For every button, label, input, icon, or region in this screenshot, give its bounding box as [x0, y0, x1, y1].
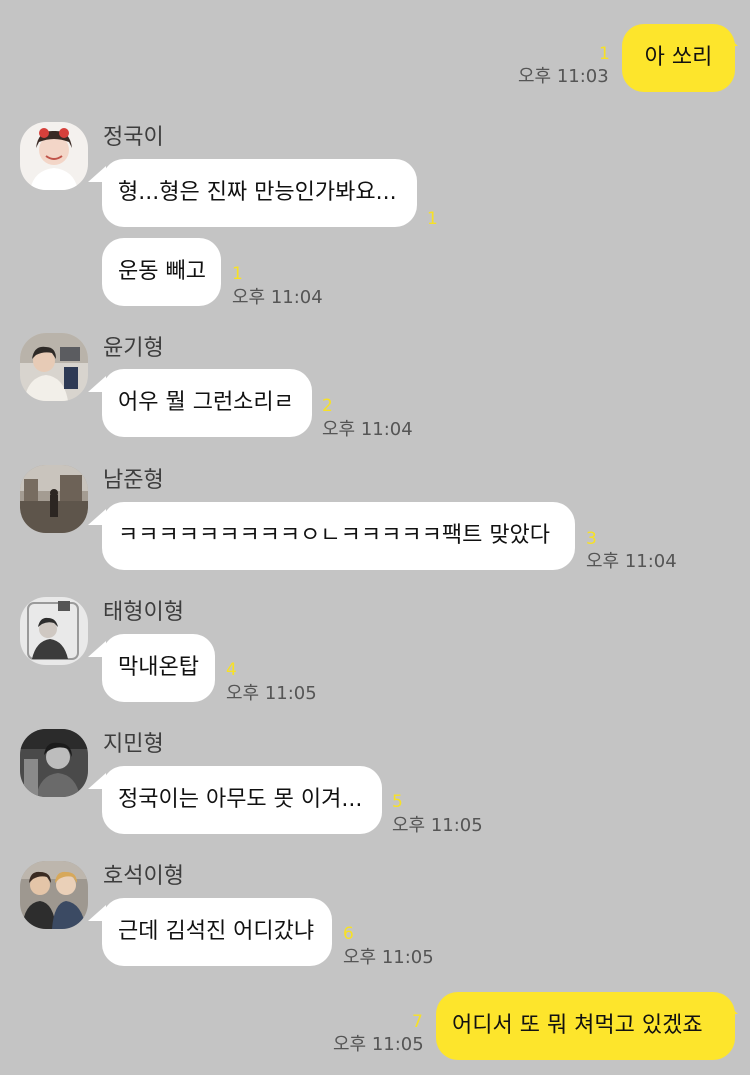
my-message-bubble[interactable]: 아 쏘리 — [622, 24, 735, 92]
unread-count: 6 — [343, 924, 354, 944]
message-time: 오후 11:05 — [392, 815, 483, 836]
unread-count: 7 — [412, 1012, 423, 1032]
sender-name: 윤기형 — [103, 336, 164, 361]
message-time: 오후 11:05 — [333, 1034, 424, 1055]
unread-count: 1 — [427, 209, 438, 229]
message-bubble[interactable]: 운동 빼고 — [102, 238, 221, 306]
message-bubble[interactable]: 막내온탑 — [102, 634, 215, 702]
unread-count: 5 — [392, 792, 403, 812]
sender-name: 호석이형 — [103, 864, 184, 889]
my-message-bubble[interactable]: 어디서 또 뭐 쳐먹고 있겠죠 — [436, 992, 735, 1060]
message-bubble[interactable]: 어우 뭘 그런소리ㄹ — [102, 369, 312, 437]
sender-name: 정국이 — [103, 125, 164, 150]
unread-count: 4 — [226, 660, 237, 680]
message-bubble[interactable]: 근데 김석진 어디갔냐 — [102, 898, 332, 966]
message-time: 오후 11:05 — [343, 947, 434, 968]
unread-count: 2 — [322, 396, 333, 416]
message-time: 오후 11:04 — [322, 419, 413, 440]
jimin-avatar[interactable] — [20, 729, 88, 797]
chat-room: 1 오후 11:03 아 쏘리 정국이 형...형은 진짜 만능인가봐요... … — [0, 0, 750, 1075]
unread-count: 1 — [599, 44, 610, 64]
taehyung-avatar[interactable] — [20, 597, 88, 665]
message-bubble[interactable]: 정국이는 아무도 못 이겨... — [102, 766, 382, 834]
message-time: 오후 11:03 — [518, 66, 609, 87]
unread-count: 1 — [232, 264, 243, 284]
message-time: 오후 11:04 — [586, 551, 677, 572]
sender-name: 태형이형 — [103, 600, 184, 625]
namjoon-avatar[interactable] — [20, 465, 88, 533]
hoseok-avatar[interactable] — [20, 861, 88, 929]
message-time: 오후 11:05 — [226, 683, 317, 704]
yoongi-avatar[interactable] — [20, 333, 88, 401]
message-bubble[interactable]: ㅋㅋㅋㅋㅋㅋㅋㅋㅋㅇㄴㅋㅋㅋㅋㅋ팩트 맞았다 — [102, 502, 575, 570]
sender-name: 남준형 — [103, 468, 164, 493]
sender-name: 지민형 — [103, 732, 164, 757]
message-bubble[interactable]: 형...형은 진짜 만능인가봐요... — [102, 159, 417, 227]
message-time: 오후 11:04 — [232, 287, 323, 308]
jungkook-avatar[interactable] — [20, 122, 88, 190]
unread-count: 3 — [586, 529, 597, 549]
